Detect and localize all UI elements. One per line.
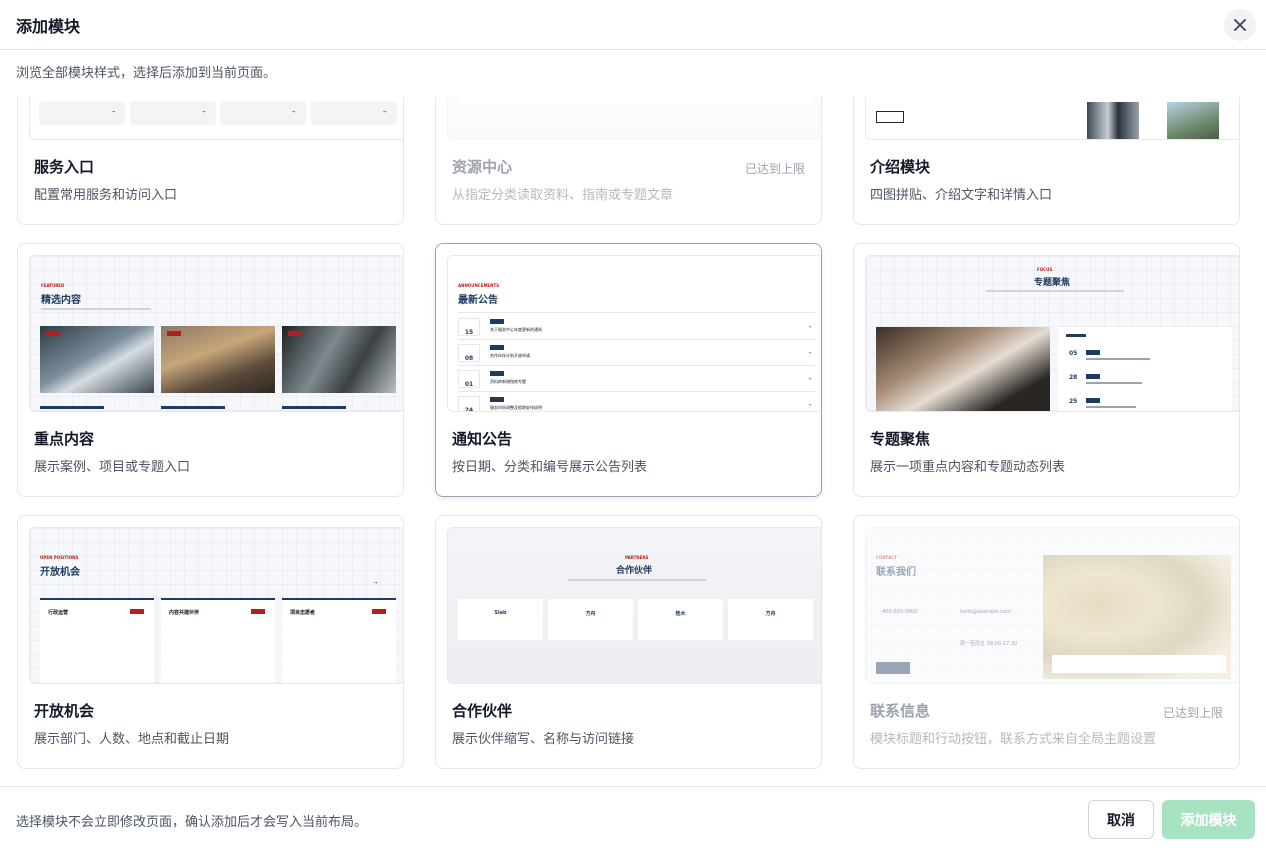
add-module-button[interactable]: 添加模块: [1162, 800, 1255, 839]
notice-row: 08 合作伙伴计划开放申请 →: [458, 342, 815, 366]
module-card-focus[interactable]: FOCUS 专题聚焦 05 28 25 专题聚焦 展示一项重点内容和专题动态列表: [853, 243, 1240, 497]
card-desc: 展示伙伴缩写、名称与访问链接: [452, 732, 635, 747]
card-title: 服务入口: [34, 158, 95, 176]
card-preview: → → → →: [29, 97, 403, 140]
cancel-button[interactable]: 取消: [1088, 800, 1154, 839]
card-preview: ANNOUNCEMENTS 最新公告 15 关于服务中心年度更新的通知 → 08…: [447, 255, 821, 412]
job-column: 行政运营: [40, 598, 154, 683]
partner-card: 桂木: [638, 599, 723, 640]
card-desc: 展示一项重点内容和专题动态列表: [870, 460, 1066, 475]
card-desc: 模块标题和行动按钮，联系方式来自全局主题设置: [870, 732, 1157, 747]
card-preview: [447, 97, 821, 140]
limit-badge: 已达到上限: [744, 162, 805, 176]
card-preview: FOCUS 专题聚焦 05 28 25: [865, 255, 1239, 412]
dialog-subtitle: 浏览全部模块样式，选择后添加到当前页面。: [16, 66, 277, 81]
notice-row: 24 服务时间调整及假期安排说明 →: [458, 394, 815, 411]
module-card-resources[interactable]: 资源中心 已达到上限 从指定分类读取资料、指南或专题文章: [435, 97, 822, 225]
partner-card: 方舟: [728, 599, 813, 640]
job-column: 项目志愿者: [282, 598, 396, 683]
module-card-featured[interactable]: FEATURED 精选内容 重点内容 展示案例、项目或专题入口: [17, 243, 404, 497]
card-desc: 展示案例、项目或专题入口: [34, 460, 191, 475]
card-desc: 按日期、分类和编号展示公告列表: [452, 460, 648, 475]
card-preview: CONTACT 联系我们 400-000-0000 hello@example.…: [865, 527, 1239, 684]
card-title: 专题聚焦: [870, 430, 931, 448]
card-title: 介绍模块: [870, 158, 931, 176]
card-desc: 从指定分类读取资料、指南或专题文章: [452, 188, 674, 203]
partner-card: Slab: [458, 599, 543, 640]
card-desc: 展示部门、人数、地点和截止日期: [34, 732, 230, 747]
card-title: 开放机会: [34, 702, 95, 720]
module-card-notice[interactable]: ANNOUNCEMENTS 最新公告 15 关于服务中心年度更新的通知 → 08…: [435, 243, 822, 497]
notice-row: 01 资料库新增指南专题 →: [458, 368, 815, 392]
module-card-contact[interactable]: CONTACT 联系我们 400-000-0000 hello@example.…: [853, 515, 1240, 769]
module-card-partners[interactable]: PARTNERS 合作伙伴 Slab 方舟 桂木 方舟 合作伙伴 展示伙伴缩写、…: [435, 515, 822, 769]
card-title: 通知公告: [452, 430, 513, 448]
card-preview: [865, 97, 1239, 140]
module-card-service[interactable]: → → → → 服务入口 配置常用服务和访问入口: [17, 97, 404, 225]
card-title: 合作伙伴: [452, 702, 513, 720]
job-column: 内容共建伙伴: [161, 598, 275, 683]
footer-note: 选择模块不会立即修改页面，确认添加后才会写入当前布局。: [16, 815, 368, 830]
card-title: 联系信息: [870, 702, 931, 720]
card-title: 资源中心: [452, 158, 513, 176]
dialog-header: 添加模块: [0, 0, 1266, 50]
card-preview: FEATURED 精选内容: [29, 255, 403, 412]
card-title: 重点内容: [34, 430, 95, 448]
module-card-jobs[interactable]: OPEN POSITIONS 开放机会 → 行政运营 内容共建伙伴 项目志愿者 …: [17, 515, 404, 769]
partner-card: 方舟: [548, 599, 633, 640]
limit-badge: 已达到上限: [1162, 706, 1223, 720]
card-preview: PARTNERS 合作伙伴 Slab 方舟 桂木 方舟: [447, 527, 821, 684]
card-desc: 四图拼贴、介绍文字和详情入口: [870, 188, 1053, 203]
dialog-title: 添加模块: [16, 17, 81, 36]
module-card-intro[interactable]: 介绍模块 四图拼贴、介绍文字和详情入口: [853, 97, 1240, 225]
card-desc: 配置常用服务和访问入口: [34, 188, 178, 203]
card-preview: OPEN POSITIONS 开放机会 → 行政运营 内容共建伙伴 项目志愿者: [29, 527, 403, 684]
close-icon: [1234, 19, 1246, 31]
close-button[interactable]: [1224, 9, 1256, 41]
module-grid[interactable]: → → → → 服务入口 配置常用服务和访问入口 资源中心 已达到上限 从指定分…: [0, 97, 1266, 785]
notice-row: 15 关于服务中心年度更新的通知 →: [458, 316, 815, 340]
dialog-footer: 选择模块不会立即修改页面，确认添加后才会写入当前布局。 取消 添加模块: [0, 786, 1266, 848]
